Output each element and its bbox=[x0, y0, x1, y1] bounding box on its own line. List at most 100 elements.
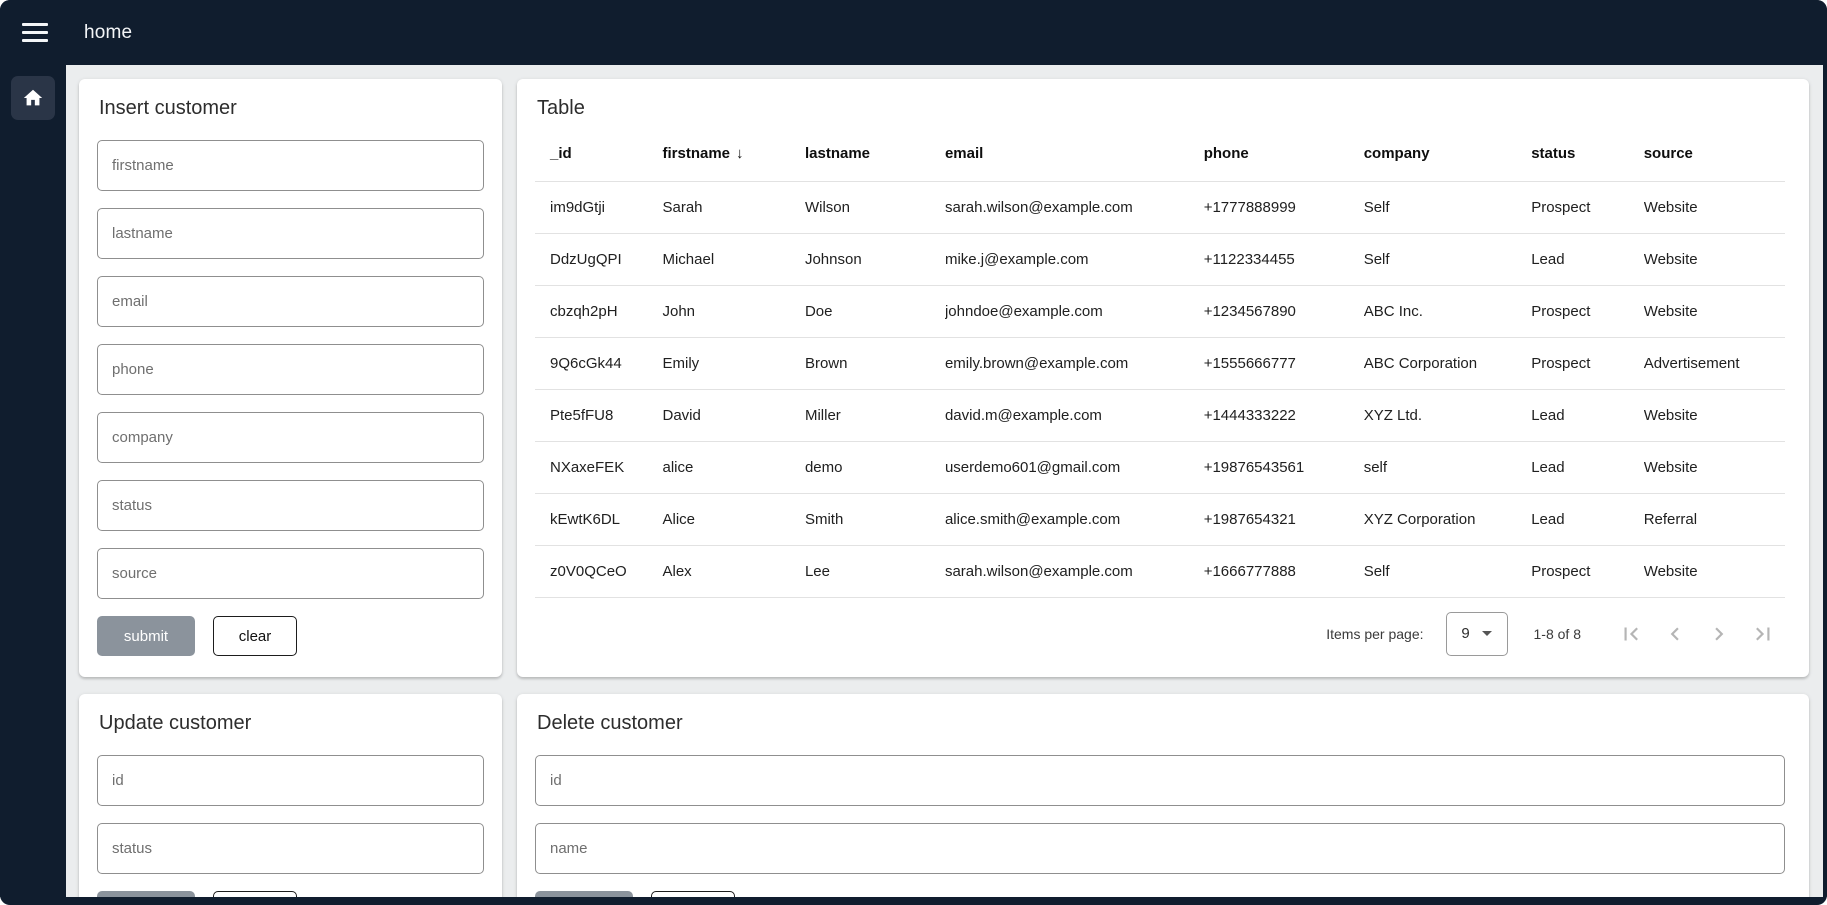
column-header-firstname[interactable]: firstname↓ bbox=[662, 126, 804, 181]
table-row: z0V0QCeOAlexLeesarah.wilson@example.com+… bbox=[535, 545, 1785, 597]
insert-customer-card: Insert customer submit clear bbox=[79, 79, 502, 677]
table-header-row: _id firstname↓ lastname email phone comp… bbox=[535, 126, 1785, 181]
cell-company: Self bbox=[1364, 233, 1532, 285]
table-card: Table _id firstname↓ lastname email bbox=[517, 79, 1809, 677]
cell-company: Self bbox=[1364, 545, 1532, 597]
cell-lastname: Lee bbox=[805, 545, 945, 597]
table-body: im9dGtjiSarahWilsonsarah.wilson@example.… bbox=[535, 181, 1785, 597]
paginator: Items per page: 9 1-8 of 8 bbox=[535, 598, 1785, 670]
previous-page-button[interactable] bbox=[1653, 612, 1697, 656]
delete-id-input[interactable] bbox=[535, 755, 1785, 806]
delete-card-title: Delete customer bbox=[537, 712, 1785, 735]
cell-source: Website bbox=[1644, 285, 1785, 337]
cell-id: kEwtK6DL bbox=[535, 493, 662, 545]
sidebar-item-home[interactable] bbox=[11, 76, 55, 120]
cell-id: 9Q6cGk44 bbox=[535, 337, 662, 389]
source-input[interactable] bbox=[97, 548, 484, 599]
table-row: DdzUgQPIMichaelJohnsonmike.j@example.com… bbox=[535, 233, 1785, 285]
lastname-input[interactable] bbox=[97, 208, 484, 259]
cell-phone: +1555666777 bbox=[1204, 337, 1364, 389]
chevron-left-icon bbox=[1662, 621, 1688, 647]
column-header-phone[interactable]: phone bbox=[1204, 126, 1364, 181]
cell-email: sarah.wilson@example.com bbox=[945, 545, 1204, 597]
column-header-source[interactable]: source bbox=[1644, 126, 1785, 181]
update-status-input[interactable] bbox=[97, 823, 484, 874]
table-card-title: Table bbox=[537, 97, 1785, 120]
cell-firstname: Michael bbox=[662, 233, 804, 285]
cell-phone: +1122334455 bbox=[1204, 233, 1364, 285]
insert-card-title: Insert customer bbox=[99, 97, 484, 120]
update-card-title: Update customer bbox=[99, 712, 484, 735]
column-header-lastname[interactable]: lastname bbox=[805, 126, 945, 181]
page-range-label: 1-8 of 8 bbox=[1534, 626, 1581, 642]
first-page-button[interactable] bbox=[1609, 612, 1653, 656]
cell-email: userdemo601@gmail.com bbox=[945, 441, 1204, 493]
cell-source: Advertisement bbox=[1644, 337, 1785, 389]
menu-toggle-button[interactable] bbox=[22, 16, 56, 50]
cell-lastname: demo bbox=[805, 441, 945, 493]
cell-email: emily.brown@example.com bbox=[945, 337, 1204, 389]
cell-status: Lead bbox=[1531, 441, 1643, 493]
company-input[interactable] bbox=[97, 412, 484, 463]
table-row: kEwtK6DLAliceSmithalice.smith@example.co… bbox=[535, 493, 1785, 545]
cell-lastname: Miller bbox=[805, 389, 945, 441]
cell-company: XYZ Corporation bbox=[1364, 493, 1532, 545]
firstname-input[interactable] bbox=[97, 140, 484, 191]
cell-firstname: Sarah bbox=[662, 181, 804, 233]
column-header-email[interactable]: email bbox=[945, 126, 1204, 181]
main-content: Insert customer submit clear Update cus bbox=[66, 65, 1823, 897]
page-size-select[interactable]: 9 bbox=[1446, 612, 1508, 656]
table-row: im9dGtjiSarahWilsonsarah.wilson@example.… bbox=[535, 181, 1785, 233]
cell-id: Pte5fFU8 bbox=[535, 389, 662, 441]
last-page-button[interactable] bbox=[1741, 612, 1785, 656]
cell-phone: +1444333222 bbox=[1204, 389, 1364, 441]
customers-table: _id firstname↓ lastname email phone comp… bbox=[535, 126, 1785, 598]
cell-source: Website bbox=[1644, 181, 1785, 233]
cell-id: cbzqh2pH bbox=[535, 285, 662, 337]
cell-email: alice.smith@example.com bbox=[945, 493, 1204, 545]
cell-id: NXaxeFEK bbox=[535, 441, 662, 493]
next-page-button[interactable] bbox=[1697, 612, 1741, 656]
cell-status: Prospect bbox=[1531, 181, 1643, 233]
cell-email: sarah.wilson@example.com bbox=[945, 181, 1204, 233]
cell-firstname: Alice bbox=[662, 493, 804, 545]
cell-status: Lead bbox=[1531, 389, 1643, 441]
delete-clear-button[interactable]: clear bbox=[651, 891, 735, 897]
cell-id: z0V0QCeO bbox=[535, 545, 662, 597]
column-header-status[interactable]: status bbox=[1531, 126, 1643, 181]
insert-submit-button[interactable]: submit bbox=[97, 616, 195, 656]
page-size-value: 9 bbox=[1461, 625, 1469, 642]
column-header-company[interactable]: company bbox=[1364, 126, 1532, 181]
app-window: home Insert customer bbox=[0, 0, 1827, 905]
sort-desc-icon: ↓ bbox=[736, 145, 744, 162]
table-row: 9Q6cGk44EmilyBrownemily.brown@example.co… bbox=[535, 337, 1785, 389]
cell-firstname: John bbox=[662, 285, 804, 337]
table-row: cbzqh2pHJohnDoejohndoe@example.com+12345… bbox=[535, 285, 1785, 337]
cell-email: mike.j@example.com bbox=[945, 233, 1204, 285]
items-per-page-label: Items per page: bbox=[1326, 626, 1423, 642]
update-submit-button[interactable]: submit bbox=[97, 891, 195, 897]
cell-source: Website bbox=[1644, 233, 1785, 285]
cell-email: johndoe@example.com bbox=[945, 285, 1204, 337]
column-header-id[interactable]: _id bbox=[535, 126, 662, 181]
cell-email: david.m@example.com bbox=[945, 389, 1204, 441]
email-input[interactable] bbox=[97, 276, 484, 327]
cell-lastname: Doe bbox=[805, 285, 945, 337]
update-customer-card: Update customer submit clear bbox=[79, 694, 502, 897]
update-clear-button[interactable]: clear bbox=[213, 891, 297, 897]
page-title: home bbox=[84, 22, 132, 44]
dropdown-caret-icon bbox=[1482, 631, 1492, 636]
delete-name-input[interactable] bbox=[535, 823, 1785, 874]
sidebar bbox=[0, 65, 66, 897]
insert-clear-button[interactable]: clear bbox=[213, 616, 297, 656]
cell-source: Referral bbox=[1644, 493, 1785, 545]
phone-input[interactable] bbox=[97, 344, 484, 395]
table-row: Pte5fFU8DavidMillerdavid.m@example.com+1… bbox=[535, 389, 1785, 441]
cell-phone: +1777888999 bbox=[1204, 181, 1364, 233]
update-id-input[interactable] bbox=[97, 755, 484, 806]
cell-company: Self bbox=[1364, 181, 1532, 233]
delete-submit-button[interactable]: submit bbox=[535, 891, 633, 897]
status-input[interactable] bbox=[97, 480, 484, 531]
cell-status: Prospect bbox=[1531, 285, 1643, 337]
cell-phone: +1987654321 bbox=[1204, 493, 1364, 545]
